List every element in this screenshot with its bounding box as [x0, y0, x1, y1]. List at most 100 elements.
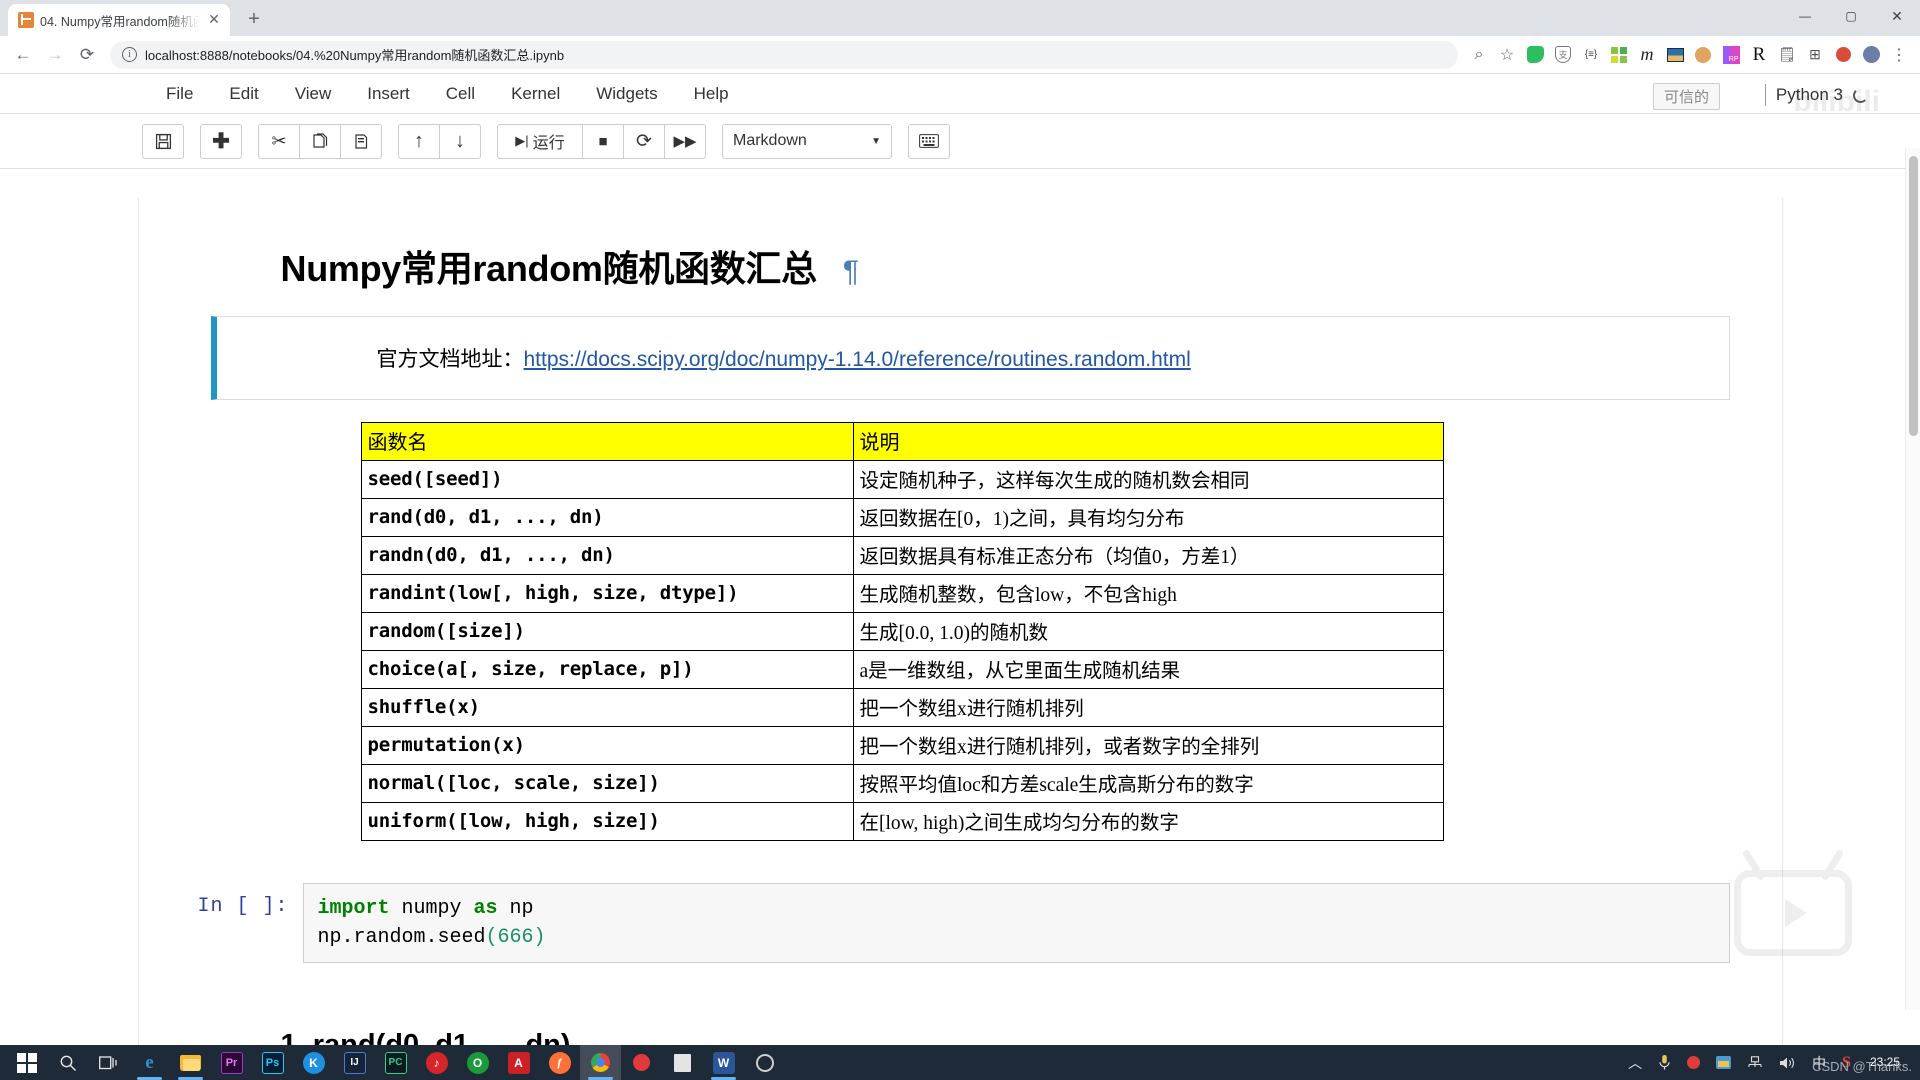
menu-view[interactable]: View: [277, 78, 350, 110]
window-close-button[interactable]: ✕: [1874, 0, 1920, 32]
omnibox[interactable]: i localhost:8888/notebooks/04.%20Numpy常用…: [110, 40, 1458, 69]
minimize-button[interactable]: —: [1782, 0, 1828, 32]
code-cell[interactable]: In [ ]: import numpy as np np.random.see…: [191, 883, 1730, 963]
alipay-extension-icon[interactable]: 支: [1550, 42, 1576, 68]
new-tab-button[interactable]: +: [240, 6, 268, 34]
page-scrollbar[interactable]: [1905, 148, 1920, 1010]
cookie-extension-icon[interactable]: [1690, 42, 1716, 68]
evernote-extension-icon[interactable]: [1522, 42, 1548, 68]
jupyter-header: File Edit View Insert Cell Kernel Widget…: [0, 74, 1920, 169]
maximize-button[interactable]: ▢: [1828, 0, 1874, 32]
screen-recorder-icon[interactable]: [621, 1045, 662, 1080]
word-icon[interactable]: W: [703, 1045, 744, 1080]
close-icon[interactable]: ✕: [206, 12, 222, 28]
chrome-icon[interactable]: [580, 1045, 621, 1080]
profile-avatar-icon[interactable]: [1858, 42, 1884, 68]
search-icon[interactable]: [47, 1045, 88, 1080]
markdown-extension-icon[interactable]: m: [1634, 42, 1660, 68]
site-info-icon[interactable]: i: [122, 47, 137, 62]
numpy-docs-link[interactable]: https://docs.scipy.org/doc/numpy-1.14.0/…: [524, 348, 1191, 371]
pycharm-icon[interactable]: PC: [375, 1045, 416, 1080]
sogou-ime-icon[interactable]: S: [1835, 1045, 1858, 1080]
table-header-row: 函数名 说明: [360, 422, 1444, 461]
cut-cell-button[interactable]: ✂: [258, 123, 300, 159]
screenshot-extension-icon[interactable]: [1662, 42, 1688, 68]
restart-kernel-button[interactable]: ⟳: [623, 123, 665, 159]
kernel-indicator[interactable]: Python 3: [1764, 84, 1868, 106]
menu-help[interactable]: Help: [676, 78, 747, 110]
task-view-icon[interactable]: [88, 1045, 129, 1080]
equation-extension-icon[interactable]: {≡}: [1578, 42, 1604, 68]
table-row: random([size]) 生成[0.0, 1.0)的随机数: [360, 612, 1444, 651]
table-header-cell-description: 说明: [852, 422, 1444, 461]
qr-extension-icon[interactable]: [1606, 42, 1632, 68]
menu-widgets[interactable]: Widgets: [578, 78, 675, 110]
scrollbar-thumb[interactable]: [1909, 156, 1918, 436]
jupyter-notebook-app: File Edit View Insert Cell Kernel Widget…: [0, 74, 1920, 1045]
camtasia-icon[interactable]: [744, 1045, 785, 1080]
move-cell-up-button[interactable]: ↑: [398, 123, 440, 159]
zoom-icon[interactable]: ⌕: [1466, 42, 1492, 68]
header-description: 说明: [859, 432, 900, 454]
file-explorer-icon[interactable]: [170, 1045, 211, 1080]
network-icon[interactable]: [1740, 1045, 1770, 1080]
acrobat-reader-icon[interactable]: A: [498, 1045, 539, 1080]
photoshop-icon[interactable]: Ps: [252, 1045, 293, 1080]
cell-description: 按照平均值loc和方差scale生成高斯分布的数字: [859, 775, 1254, 796]
chrome-menu-icon[interactable]: ⋮: [1886, 42, 1912, 68]
move-cell-down-button[interactable]: ↓: [439, 123, 481, 159]
opera-icon[interactable]: O: [457, 1045, 498, 1080]
rp-extension-icon[interactable]: RP: [1718, 42, 1744, 68]
ime-language-icon[interactable]: 中: [1805, 1045, 1833, 1080]
code-editor[interactable]: import numpy as np np.random.seed(666): [302, 883, 1730, 963]
microphone-icon[interactable]: [1651, 1045, 1678, 1080]
screen-capture-icon[interactable]: [1709, 1045, 1738, 1080]
clipboard-extension-icon[interactable]: 🗒: [1774, 42, 1800, 68]
firefox-icon[interactable]: ƒ: [539, 1045, 580, 1080]
restart-run-all-button[interactable]: ▶▶: [664, 123, 706, 159]
paste-cell-button[interactable]: [340, 123, 382, 159]
address-bar: ← → ⟳ i localhost:8888/notebooks/04.%20N…: [0, 36, 1920, 74]
reload-icon[interactable]: ⟳: [72, 40, 102, 70]
anchor-link-icon[interactable]: ¶: [843, 255, 859, 289]
forward-icon[interactable]: →: [40, 40, 70, 70]
cell-function: rand(d0, d1, ..., dn): [367, 505, 604, 528]
menu-kernel[interactable]: Kernel: [493, 78, 578, 110]
cell-type-select[interactable]: Markdown ▼: [722, 123, 892, 159]
copy-cell-button[interactable]: [299, 123, 341, 159]
toolbar-group-run: ▶| 运行 ■ ⟳ ▶▶: [497, 123, 706, 159]
tab-manager-extension-icon[interactable]: ⊞: [1802, 42, 1828, 68]
start-button[interactable]: [6, 1045, 47, 1080]
adblock-extension-icon[interactable]: [1830, 42, 1856, 68]
page-title-text: Numpy常用random随机函数汇总: [280, 248, 818, 289]
premiere-pro-icon[interactable]: Pr: [211, 1045, 252, 1080]
menu-edit[interactable]: Edit: [211, 78, 276, 110]
recording-indicator-icon[interactable]: [1680, 1045, 1707, 1080]
extension-toolbar: ⌕ ☆ 支 {≡} m RP R 🗒 ⊞ ⋮: [1466, 42, 1912, 68]
clock[interactable]: 23:25: [1860, 1055, 1910, 1070]
bookmark-star-icon[interactable]: ☆: [1494, 42, 1520, 68]
keyboard-shortcut-button[interactable]: [908, 123, 950, 159]
netease-music-icon[interactable]: ♪: [416, 1045, 457, 1080]
browser-tab[interactable]: 04. Numpy常用random随机函数汇总.ipynb ✕: [8, 4, 230, 36]
back-icon[interactable]: ←: [8, 40, 38, 70]
insert-cell-below-button[interactable]: ✚: [200, 123, 242, 159]
run-cell-button[interactable]: ▶| 运行: [497, 123, 583, 159]
r-extension-icon[interactable]: R: [1746, 42, 1772, 68]
notebook-scroll-area[interactable]: Numpy常用random随机函数汇总 ¶ 官方文档地址：https://doc…: [0, 170, 1920, 1045]
interrupt-kernel-button[interactable]: ■: [582, 123, 624, 159]
edge-browser-icon[interactable]: e: [129, 1045, 170, 1080]
notepad-icon[interactable]: [662, 1045, 703, 1080]
kugou-music-icon[interactable]: K: [293, 1045, 334, 1080]
menu-cell[interactable]: Cell: [428, 78, 493, 110]
run-triangle-icon: ▶|: [515, 133, 529, 148]
save-button[interactable]: [142, 123, 184, 159]
cell-description: 返回数据在[0，1)之间，具有均匀分布: [859, 509, 1185, 530]
intellij-idea-icon[interactable]: IJ: [334, 1045, 375, 1080]
table-row: randn(d0, d1, ..., dn) 返回数据具有标准正态分布（均值0，…: [360, 536, 1444, 575]
menu-insert[interactable]: Insert: [349, 78, 428, 110]
cell-function: choice(a[, size, replace, p]): [367, 657, 694, 680]
show-hidden-icons-chevron[interactable]: ︿: [1621, 1045, 1649, 1080]
volume-icon[interactable]: [1772, 1045, 1803, 1080]
menu-file[interactable]: File: [148, 78, 211, 110]
